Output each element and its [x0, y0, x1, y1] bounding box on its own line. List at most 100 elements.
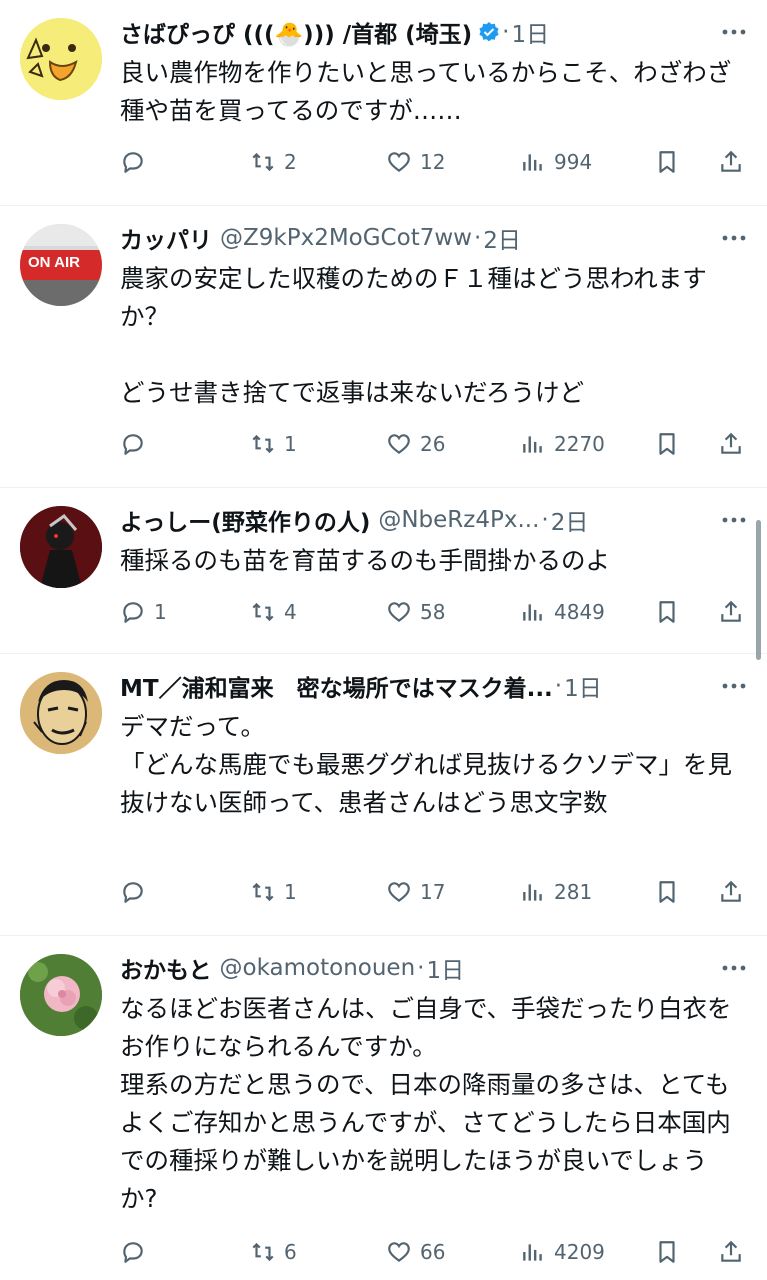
- display-name[interactable]: さばぴっぴ (((🐣))) /首都 (埼玉): [120, 15, 472, 49]
- bookmark-button[interactable]: [654, 142, 680, 182]
- retweet-button[interactable]: 4: [250, 592, 297, 632]
- avatar[interactable]: [20, 506, 102, 588]
- reply-icon: [123, 882, 143, 903]
- retweet-count: 1: [284, 432, 297, 456]
- more-options-icon[interactable]: [719, 223, 749, 253]
- tweet[interactable]: さばぴっぴ (((🐣))) /首都 (埼玉) · 1日 良い農作物を作りたいと思…: [0, 0, 767, 205]
- timestamp[interactable]: 1日: [426, 951, 464, 985]
- view-count: 4849: [554, 600, 605, 624]
- like-button[interactable]: 58: [386, 592, 445, 632]
- avatar[interactable]: ON AIR: [20, 224, 102, 306]
- retweet-icon: [252, 602, 274, 622]
- like-button[interactable]: 17: [386, 872, 445, 912]
- retweet-icon: [252, 882, 274, 902]
- view-count: 994: [554, 150, 593, 174]
- bookmark-icon: [659, 601, 675, 623]
- tweet-header: おかもと @okamotonouen · 1日: [120, 950, 730, 986]
- views-icon: [523, 154, 542, 171]
- tweet[interactable]: おかもと @okamotonouen · 1日 なるほどお医者さんは、ご自身で、…: [0, 936, 767, 1280]
- verified-badge-icon: [478, 21, 500, 43]
- tweet[interactable]: ON AIR カッパリ @Z9kPx2MoGCot7ww · 2日 農家の安定し…: [0, 206, 767, 487]
- share-button[interactable]: [718, 1232, 744, 1272]
- user-handle[interactable]: @Z9kPx2MoGCot7ww: [220, 225, 472, 251]
- bookmark-button[interactable]: [654, 424, 680, 464]
- scrollbar[interactable]: [756, 520, 761, 660]
- more-options-icon[interactable]: [719, 671, 749, 701]
- more-options-icon[interactable]: [719, 953, 749, 983]
- timestamp[interactable]: 1日: [511, 15, 549, 49]
- retweet-icon: [252, 1242, 274, 1262]
- action-bar: 2 12 994: [120, 142, 747, 182]
- views-button[interactable]: 4209: [520, 1232, 605, 1272]
- reply-icon: [123, 602, 143, 623]
- bookmark-button[interactable]: [654, 1232, 680, 1272]
- views-button[interactable]: 281: [520, 872, 592, 912]
- reply-button[interactable]: 1: [120, 592, 167, 632]
- like-count: 58: [420, 600, 446, 624]
- like-count: 12: [420, 150, 446, 174]
- retweet-icon: [252, 434, 274, 454]
- retweet-count: 2: [284, 150, 297, 174]
- tweet-text: 良い農作物を作りたいと思っているからこそ、わざわざ種や苗を買ってるのですが……: [120, 58, 732, 125]
- retweet-button[interactable]: 1: [250, 872, 297, 912]
- share-icon: [721, 150, 741, 172]
- display-name[interactable]: カッパリ: [120, 221, 212, 255]
- tweet-header: さばぴっぴ (((🐣))) /首都 (埼玉) · 1日: [120, 14, 730, 50]
- view-count: 281: [554, 880, 593, 904]
- tweet[interactable]: よっしー(野菜作りの人) @NbeRz4Px... · 2日 種採るのも苗を育苗…: [0, 488, 767, 653]
- retweet-button[interactable]: 1: [250, 424, 297, 464]
- chick-avatar-icon: [20, 18, 102, 100]
- timestamp[interactable]: 2日: [551, 503, 589, 537]
- user-handle[interactable]: @NbeRz4Px...: [378, 507, 539, 533]
- share-button[interactable]: [718, 424, 744, 464]
- tweet[interactable]: MT／浦和富来 密な場所ではマスク着... · 1日 デマだって。 「どんな馬鹿…: [0, 654, 767, 935]
- retweet-button[interactable]: 2: [250, 142, 297, 182]
- tweet-text: 農家の安定した収穫のためのＦ１種はどう思われますか？ どうせ書き捨てで返事は来な…: [120, 264, 707, 407]
- retweet-count: 6: [284, 1240, 297, 1264]
- bookmark-icon: [659, 1241, 675, 1263]
- tweet-text: 種採るのも苗を育苗するのも手間掛かるのよ: [120, 546, 610, 575]
- like-button[interactable]: 66: [386, 1232, 445, 1272]
- avatar[interactable]: [20, 18, 102, 100]
- reply-button[interactable]: [120, 872, 154, 912]
- display-name[interactable]: よっしー(野菜作りの人): [120, 503, 370, 537]
- separator-dot: ·: [554, 673, 563, 699]
- on-air-label: ON AIR: [28, 254, 80, 271]
- share-button[interactable]: [718, 142, 744, 182]
- anime-avatar-icon: [20, 506, 102, 588]
- avatar[interactable]: [20, 954, 102, 1036]
- share-button[interactable]: [718, 872, 744, 912]
- reply-button[interactable]: [120, 424, 154, 464]
- like-button[interactable]: 12: [386, 142, 445, 182]
- tweet-header: よっしー(野菜作りの人) @NbeRz4Px... · 2日: [120, 502, 730, 538]
- separator-dot: ·: [417, 955, 425, 981]
- tweet-header: カッパリ @Z9kPx2MoGCot7ww · 2日: [120, 220, 730, 256]
- reply-button[interactable]: [120, 1232, 154, 1272]
- views-button[interactable]: 994: [520, 142, 592, 182]
- retweet-count: 1: [284, 880, 297, 904]
- reply-button[interactable]: [120, 142, 154, 182]
- timestamp[interactable]: 2日: [483, 221, 521, 255]
- views-button[interactable]: 2270: [520, 424, 605, 464]
- separator-dot: ·: [473, 225, 482, 251]
- bookmark-button[interactable]: [654, 872, 680, 912]
- timestamp[interactable]: 1日: [564, 669, 602, 703]
- bookmark-icon: [659, 151, 675, 173]
- user-handle[interactable]: @okamotonouen: [220, 955, 416, 981]
- bookmark-icon: [659, 881, 675, 903]
- heart-icon: [388, 434, 410, 455]
- share-button[interactable]: [718, 592, 744, 632]
- separator-dot: ·: [541, 507, 549, 533]
- more-options-icon[interactable]: [719, 17, 749, 47]
- display-name[interactable]: MT／浦和富来 密な場所ではマスク着...: [120, 669, 553, 703]
- like-button[interactable]: 26: [386, 424, 445, 464]
- bookmark-icon: [659, 433, 675, 455]
- more-options-icon[interactable]: [719, 505, 749, 535]
- avatar[interactable]: [20, 672, 102, 754]
- heart-icon: [388, 882, 410, 903]
- views-button[interactable]: 4849: [520, 592, 605, 632]
- bookmark-button[interactable]: [654, 592, 680, 632]
- view-count: 4209: [554, 1240, 605, 1264]
- display-name[interactable]: おかもと: [120, 951, 212, 985]
- retweet-button[interactable]: 6: [250, 1232, 297, 1272]
